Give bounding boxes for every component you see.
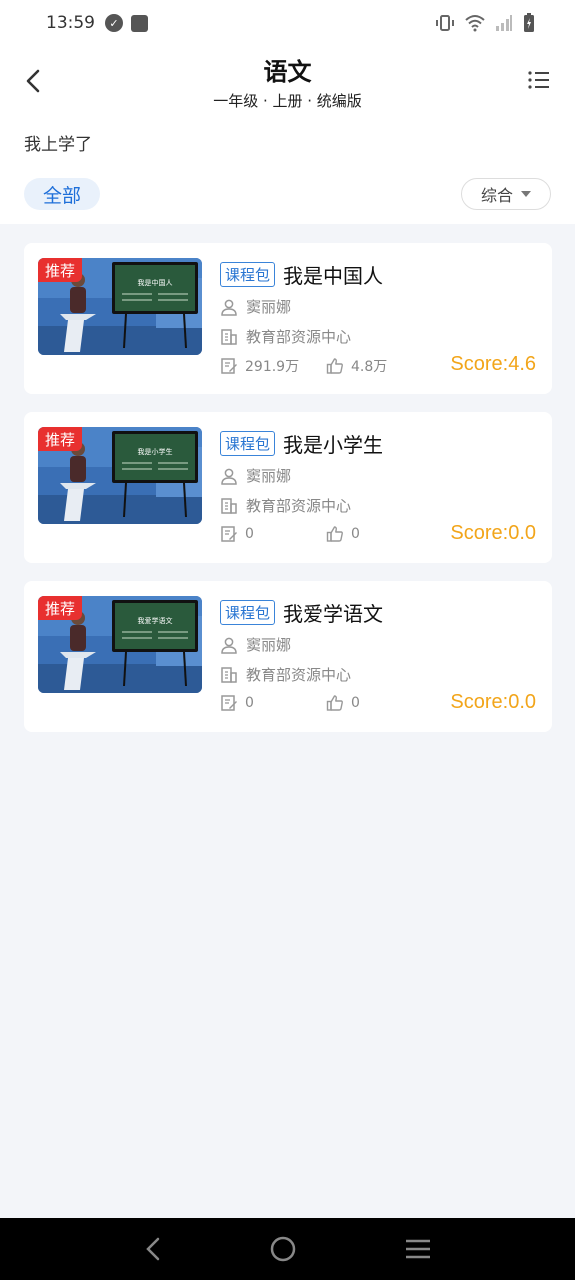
status-time: 13:59 bbox=[46, 13, 95, 33]
building-icon bbox=[221, 497, 237, 514]
likes-count: 0 bbox=[351, 526, 360, 542]
person-icon bbox=[221, 637, 237, 654]
recommend-badge: 推荐 bbox=[38, 596, 82, 620]
building-icon bbox=[221, 328, 237, 345]
org-name: 教育部资源中心 bbox=[246, 328, 352, 346]
person-icon bbox=[221, 299, 237, 316]
likes-stat: 0 bbox=[326, 525, 360, 543]
page-header: 语文 一年级 · 上册 · 统编版 我上学了 全部 综合 bbox=[0, 46, 575, 224]
course-pack-tag: 课程包 bbox=[220, 431, 276, 456]
sort-dropdown[interactable]: 综合 bbox=[461, 178, 551, 210]
likes-stat: 4.8万 bbox=[326, 356, 387, 376]
thumbs-up-icon bbox=[326, 358, 343, 374]
course-thumbnail: 推荐 我是中国人 bbox=[38, 258, 202, 355]
views-stat: 0 bbox=[220, 694, 326, 712]
signal-icon bbox=[496, 15, 512, 31]
svg-text:我是中国人: 我是中国人 bbox=[138, 278, 173, 287]
thumbs-up-icon bbox=[326, 695, 343, 711]
views-count: 291.9万 bbox=[245, 359, 300, 375]
views-count: 0 bbox=[245, 526, 254, 542]
teacher-name: 窦丽娜 bbox=[246, 298, 292, 316]
system-nav-bar bbox=[0, 1218, 575, 1280]
score-value: Score:0.0 bbox=[450, 691, 536, 713]
org-row: 教育部资源中心 bbox=[220, 495, 351, 516]
teacher-row: 窦丽娜 bbox=[220, 296, 291, 317]
course-title: 我爱学语文 bbox=[283, 602, 384, 626]
org-name: 教育部资源中心 bbox=[246, 666, 352, 684]
check-icon: ✓ bbox=[105, 14, 123, 32]
views-stat: 0 bbox=[220, 525, 326, 543]
likes-count: 4.8万 bbox=[351, 359, 388, 375]
building-icon bbox=[221, 666, 237, 683]
course-title-row: 课程包 我爱学语文 bbox=[220, 598, 383, 627]
teacher-name: 窦丽娜 bbox=[246, 467, 292, 485]
course-card[interactable]: 推荐 我是小学生 课程包 我是小学生 窦丽娜 教育部资源中心 0 0 Score… bbox=[24, 412, 552, 563]
battery-icon bbox=[524, 13, 534, 32]
course-pack-tag: 课程包 bbox=[220, 262, 276, 287]
nav-recents-icon[interactable] bbox=[404, 1237, 432, 1261]
course-pack-tag: 课程包 bbox=[220, 600, 276, 625]
edit-icon bbox=[221, 358, 237, 374]
page-title: 语文 bbox=[263, 58, 312, 86]
views-stat: 291.9万 bbox=[220, 356, 326, 376]
course-title-row: 课程包 我是中国人 bbox=[220, 260, 383, 289]
edit-icon bbox=[221, 695, 237, 711]
org-name: 教育部资源中心 bbox=[246, 497, 352, 515]
teacher-row: 窦丽娜 bbox=[220, 634, 291, 655]
svg-text:我爱学语文: 我爱学语文 bbox=[138, 616, 173, 625]
wifi-icon bbox=[465, 15, 485, 32]
recommend-badge: 推荐 bbox=[38, 427, 82, 451]
score-value: Score:0.0 bbox=[450, 522, 536, 544]
list-menu-icon bbox=[528, 71, 549, 89]
status-bar: 13:59 ✓ bbox=[0, 0, 575, 46]
filter-all-chip[interactable]: 全部 bbox=[24, 178, 100, 210]
course-thumbnail: 推荐 我爱学语文 bbox=[38, 596, 202, 693]
course-title-row: 课程包 我是小学生 bbox=[220, 429, 383, 458]
teacher-name: 窦丽娜 bbox=[246, 636, 292, 654]
likes-count: 0 bbox=[351, 695, 360, 711]
nav-home-icon[interactable] bbox=[269, 1235, 297, 1263]
org-row: 教育部资源中心 bbox=[220, 664, 351, 685]
lesson-name: 我上学了 bbox=[24, 135, 92, 155]
nav-back-icon[interactable] bbox=[143, 1236, 163, 1262]
likes-stat: 0 bbox=[326, 694, 360, 712]
thumbs-up-icon bbox=[326, 526, 343, 542]
vibrate-icon bbox=[436, 15, 454, 31]
chevron-down-icon bbox=[521, 191, 531, 197]
course-title: 我是中国人 bbox=[283, 264, 384, 288]
mail-icon bbox=[131, 14, 148, 32]
person-icon bbox=[221, 468, 237, 485]
menu-button[interactable] bbox=[527, 68, 551, 92]
course-thumbnail: 推荐 我是小学生 bbox=[38, 427, 202, 524]
views-count: 0 bbox=[245, 695, 254, 711]
stats-row: 0 0 bbox=[220, 525, 360, 543]
recommend-badge: 推荐 bbox=[38, 258, 82, 282]
score-value: Score:4.6 bbox=[450, 353, 536, 375]
stats-row: 0 0 bbox=[220, 694, 360, 712]
page-subtitle: 一年级 · 上册 · 统编版 bbox=[213, 92, 362, 110]
org-row: 教育部资源中心 bbox=[220, 326, 351, 347]
stats-row: 291.9万 4.8万 bbox=[220, 356, 387, 376]
sort-label: 综合 bbox=[480, 186, 513, 205]
teacher-row: 窦丽娜 bbox=[220, 465, 291, 486]
course-card[interactable]: 推荐 我爱学语文 课程包 我爱学语文 窦丽娜 教育部资源中心 0 0 Score… bbox=[24, 581, 552, 732]
svg-text:我是小学生: 我是小学生 bbox=[138, 447, 173, 456]
course-card[interactable]: 推荐 我是中国人 课程包 我是中国人 窦丽娜 教育部资源中心 291.9万 4.… bbox=[24, 243, 552, 394]
course-title: 我是小学生 bbox=[283, 433, 384, 457]
edit-icon bbox=[221, 526, 237, 542]
